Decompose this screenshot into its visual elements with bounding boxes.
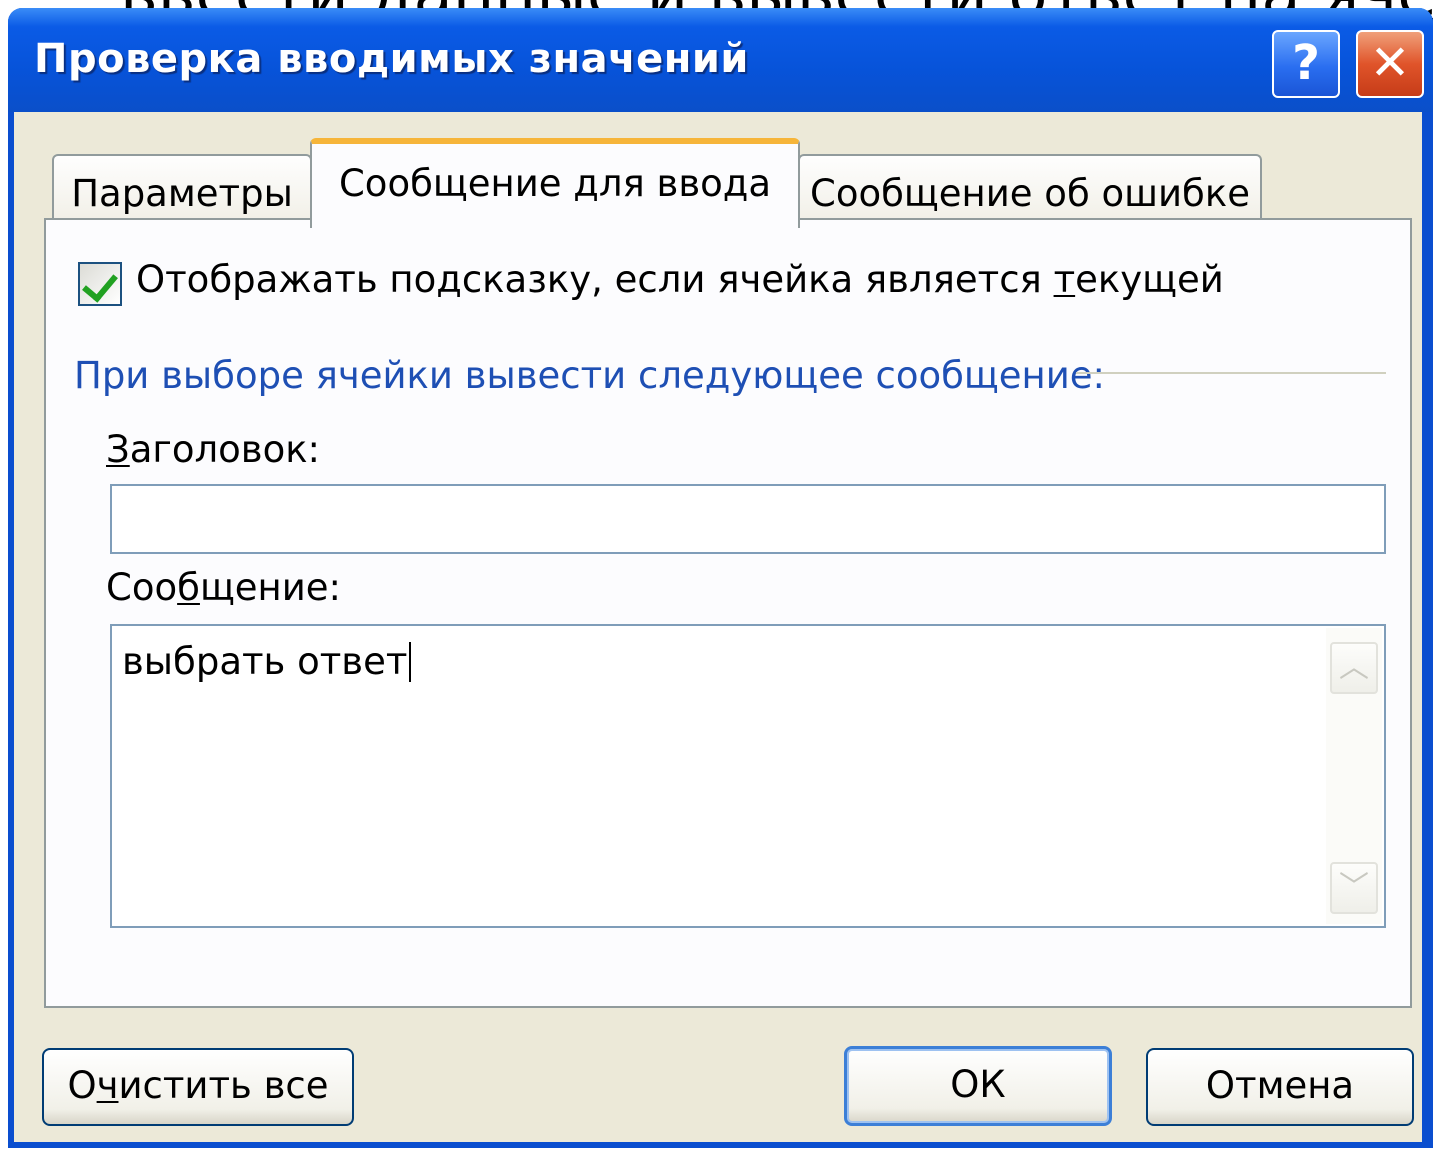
message-scrollbar[interactable]: ︿ ﹀	[1326, 628, 1382, 924]
data-validation-dialog: Проверка вводимых значений ? ✕ Параметры…	[8, 8, 1433, 1148]
title-field-label: Заголовок:	[106, 428, 321, 471]
close-button[interactable]: ✕	[1356, 30, 1424, 98]
dialog-title: Проверка вводимых значений	[34, 36, 749, 82]
message-text: выбрать ответ	[122, 640, 412, 683]
tab-parameters[interactable]: Параметры	[52, 154, 312, 224]
message-field-label: Сообщение:	[106, 566, 342, 609]
message-textarea[interactable]: выбрать ответ ︿ ﹀	[110, 624, 1386, 928]
dialog-body: Параметры Сообщение для ввода Сообщение …	[14, 112, 1422, 1142]
group-divider	[1076, 372, 1386, 374]
ok-button[interactable]: ОК	[844, 1046, 1112, 1126]
help-button[interactable]: ?	[1272, 30, 1340, 98]
clear-all-button[interactable]: Очистить все	[42, 1048, 354, 1126]
title-bar[interactable]: Проверка вводимых значений ? ✕	[8, 8, 1433, 112]
tab-panel: Отображать подсказку, если ячейка являет…	[44, 218, 1412, 1008]
screen: ввести данные и вывести ответ на ячейку …	[0, 0, 1433, 1155]
text-caret	[409, 642, 412, 682]
tab-error-alert[interactable]: Сообщение об ошибке	[798, 154, 1262, 224]
title-input[interactable]	[110, 484, 1386, 554]
checkmark-icon	[82, 265, 118, 303]
chevron-up-icon[interactable]: ︿	[1330, 642, 1378, 694]
show-hint-label[interactable]: Отображать подсказку, если ячейка являет…	[136, 258, 1224, 301]
cancel-button[interactable]: Отмена	[1146, 1048, 1414, 1126]
tab-input-message[interactable]: Сообщение для ввода	[310, 138, 800, 228]
group-heading: При выборе ячейки вывести следующее сооб…	[74, 354, 1106, 397]
close-icon: ✕	[1369, 35, 1411, 91]
question-icon: ?	[1292, 35, 1320, 91]
show-hint-checkbox[interactable]	[78, 262, 122, 306]
chevron-down-icon[interactable]: ﹀	[1330, 862, 1378, 914]
